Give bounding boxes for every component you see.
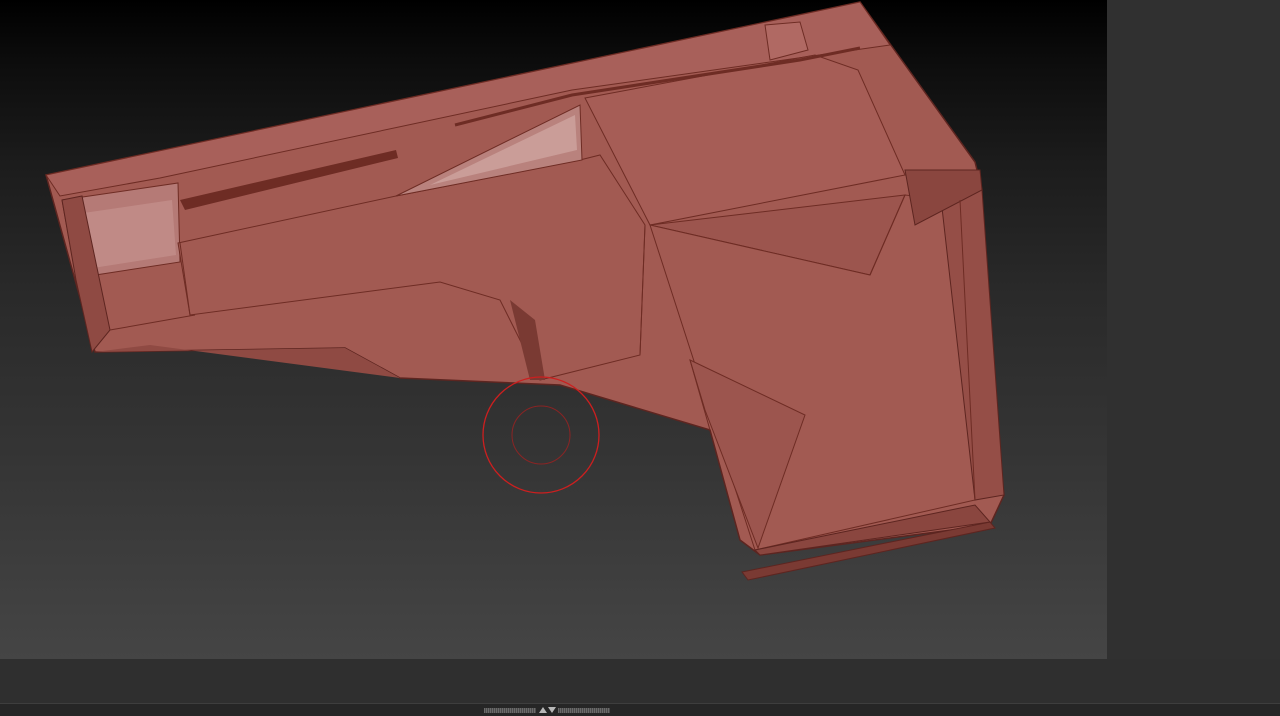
bottom-shelf <box>0 659 1280 703</box>
shelf-grip-left <box>484 707 536 713</box>
right-tray <box>1107 0 1280 659</box>
bottom-tray-edge <box>0 703 1280 716</box>
zbrush-window <box>0 0 1280 716</box>
expand-collapse-arrows-icon[interactable] <box>536 706 558 714</box>
document-canvas[interactable] <box>0 0 1107 659</box>
sculpt-model[interactable] <box>0 0 1107 659</box>
shelf-grip-right <box>558 707 610 713</box>
bottom-shelf-handle[interactable] <box>483 706 611 714</box>
